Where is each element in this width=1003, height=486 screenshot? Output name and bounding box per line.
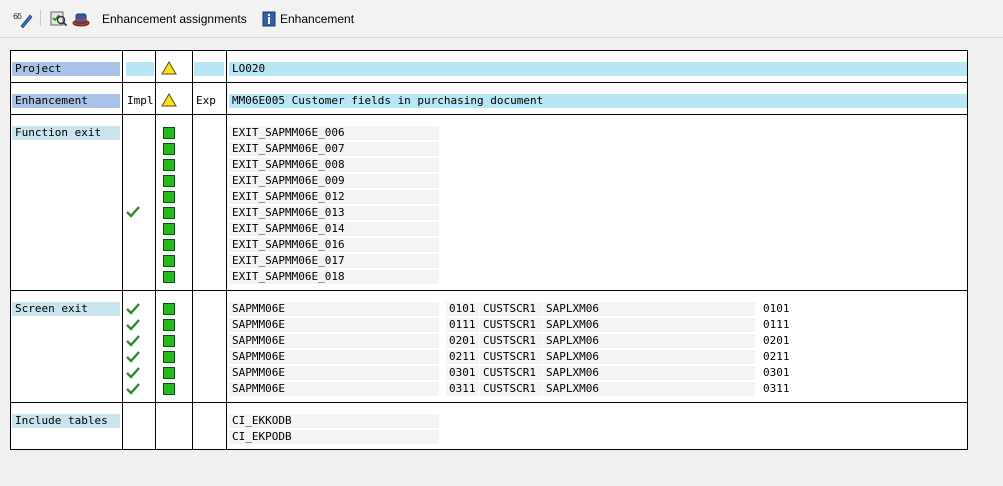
function-exit-item[interactable]: EXIT_SAPMM06E_007 bbox=[229, 142, 439, 156]
enhancement-assignments-button[interactable]: Enhancement assignments bbox=[102, 9, 247, 29]
screen-exit-called-program[interactable]: SAPLXM06 bbox=[543, 318, 755, 332]
screen-exit-screen[interactable]: 0301 bbox=[446, 366, 479, 380]
function-exit-item[interactable]: EXIT_SAPMM06E_012 bbox=[229, 190, 439, 204]
status-active-icon bbox=[163, 335, 175, 347]
enhancement-info-label: Enhancement bbox=[280, 12, 355, 26]
screen-exit-program[interactable]: SAPMM06E bbox=[229, 366, 439, 380]
impl-column-header: Impl bbox=[127, 94, 154, 107]
warning-icon bbox=[161, 93, 177, 107]
enhancement-label: Enhancement bbox=[12, 94, 120, 108]
include-table-item[interactable]: CI_EKKODB bbox=[229, 414, 439, 428]
activate-button[interactable] bbox=[72, 9, 90, 29]
screen-exit-area[interactable]: CUSTSCR1 bbox=[480, 350, 542, 364]
screen-exit-called-program[interactable]: SAPLXM06 bbox=[543, 302, 755, 316]
hat-icon bbox=[72, 13, 90, 27]
status-active-icon bbox=[163, 303, 175, 315]
status-active-icon bbox=[163, 271, 175, 283]
screen-exit-program[interactable]: SAPMM06E bbox=[229, 302, 439, 316]
screen-exit-program[interactable]: SAPMM06E bbox=[229, 382, 439, 396]
screen-exit-area[interactable]: CUSTSCR1 bbox=[480, 318, 542, 332]
status-active-icon bbox=[163, 383, 175, 395]
enhancement-info-button[interactable]: Enhancement bbox=[262, 9, 354, 29]
warning-icon bbox=[161, 61, 177, 75]
screen-exit-screen[interactable]: 0311 bbox=[446, 382, 479, 396]
include-tables-label: Include tables bbox=[12, 414, 120, 428]
status-active-icon bbox=[163, 191, 175, 203]
screen-exit-screen[interactable]: 0111 bbox=[446, 318, 479, 332]
glasses-pencil-icon: 6 δ bbox=[13, 12, 33, 28]
checkmark-icon bbox=[126, 303, 140, 315]
screen-exit-label: Screen exit bbox=[12, 302, 120, 316]
status-active-icon bbox=[163, 239, 175, 251]
function-exit-item[interactable]: EXIT_SAPMM06E_014 bbox=[229, 222, 439, 236]
screen-exit-called-screen[interactable]: 0101 bbox=[760, 302, 790, 316]
status-active-icon bbox=[163, 143, 175, 155]
screen-exit-called-program[interactable]: SAPLXM06 bbox=[543, 350, 755, 364]
include-table-item[interactable]: CI_EKPODB bbox=[229, 430, 439, 444]
screen-exit-called-program[interactable]: SAPLXM06 bbox=[543, 334, 755, 348]
screen-exit-called-program[interactable]: SAPLXM06 bbox=[543, 382, 755, 396]
status-active-icon bbox=[163, 207, 175, 219]
info-icon bbox=[262, 11, 276, 27]
project-impl-cell bbox=[126, 62, 154, 76]
screen-exit-program[interactable]: SAPMM06E bbox=[229, 350, 439, 364]
function-exit-item[interactable]: EXIT_SAPMM06E_008 bbox=[229, 158, 439, 172]
status-active-icon bbox=[163, 255, 175, 267]
function-exit-item[interactable]: EXIT_SAPMM06E_017 bbox=[229, 254, 439, 268]
screen-exit-called-program[interactable]: SAPLXM06 bbox=[543, 366, 755, 380]
checkmark-icon bbox=[126, 206, 140, 218]
screen-exit-called-screen[interactable]: 0301 bbox=[760, 366, 790, 380]
project-value[interactable]: LO020 bbox=[229, 62, 967, 76]
function-exit-item[interactable]: EXIT_SAPMM06E_006 bbox=[229, 126, 439, 140]
checkmark-icon bbox=[126, 383, 140, 395]
screen-exit-area[interactable]: CUSTSCR1 bbox=[480, 382, 542, 396]
project-label: Project bbox=[12, 62, 120, 76]
function-exit-item[interactable]: EXIT_SAPMM06E_016 bbox=[229, 238, 439, 252]
check-button[interactable] bbox=[50, 9, 68, 29]
status-active-icon bbox=[163, 175, 175, 187]
status-active-icon bbox=[163, 367, 175, 379]
application-toolbar: 6 δ Enhancement assignments Enhancement bbox=[0, 0, 1003, 38]
screen-exit-area[interactable]: CUSTSCR1 bbox=[480, 366, 542, 380]
screen-exit-program[interactable]: SAPMM06E bbox=[229, 334, 439, 348]
enhancement-assignments-label: Enhancement assignments bbox=[102, 12, 247, 26]
enhancement-value[interactable]: MM06E005 Customer fields in purchasing d… bbox=[229, 94, 967, 108]
status-active-icon bbox=[163, 223, 175, 235]
screen-exit-called-screen[interactable]: 0201 bbox=[760, 334, 790, 348]
checkmark-icon bbox=[126, 367, 140, 379]
screen-exit-program[interactable]: SAPMM06E bbox=[229, 318, 439, 332]
checkmark-icon bbox=[126, 351, 140, 363]
checkmark-icon bbox=[126, 335, 140, 347]
function-exit-item[interactable]: EXIT_SAPMM06E_009 bbox=[229, 174, 439, 188]
function-exit-item[interactable]: EXIT_SAPMM06E_018 bbox=[229, 270, 439, 284]
function-exit-label: Function exit bbox=[12, 126, 120, 140]
status-active-icon bbox=[163, 159, 175, 171]
screen-exit-called-screen[interactable]: 0111 bbox=[760, 318, 790, 332]
status-active-icon bbox=[163, 351, 175, 363]
status-active-icon bbox=[163, 319, 175, 331]
magnifier-check-icon bbox=[50, 11, 68, 27]
project-exp-cell bbox=[194, 62, 224, 76]
screen-exit-called-screen[interactable]: 0311 bbox=[760, 382, 790, 396]
function-exit-item[interactable]: EXIT_SAPMM06E_013 bbox=[229, 206, 439, 220]
checkmark-icon bbox=[126, 319, 140, 331]
svg-text:δ: δ bbox=[17, 12, 22, 21]
screen-exit-area[interactable]: CUSTSCR1 bbox=[480, 302, 542, 316]
screen-exit-screen[interactable]: 0101 bbox=[446, 302, 479, 316]
screen-exit-called-screen[interactable]: 0211 bbox=[760, 350, 790, 364]
display-change-button[interactable]: 6 δ bbox=[13, 9, 33, 29]
exp-column-header: Exp bbox=[196, 94, 216, 107]
screen-exit-screen[interactable]: 0211 bbox=[446, 350, 479, 364]
screen-exit-screen[interactable]: 0201 bbox=[446, 334, 479, 348]
screen-exit-area[interactable]: CUSTSCR1 bbox=[480, 334, 542, 348]
status-active-icon bbox=[163, 127, 175, 139]
